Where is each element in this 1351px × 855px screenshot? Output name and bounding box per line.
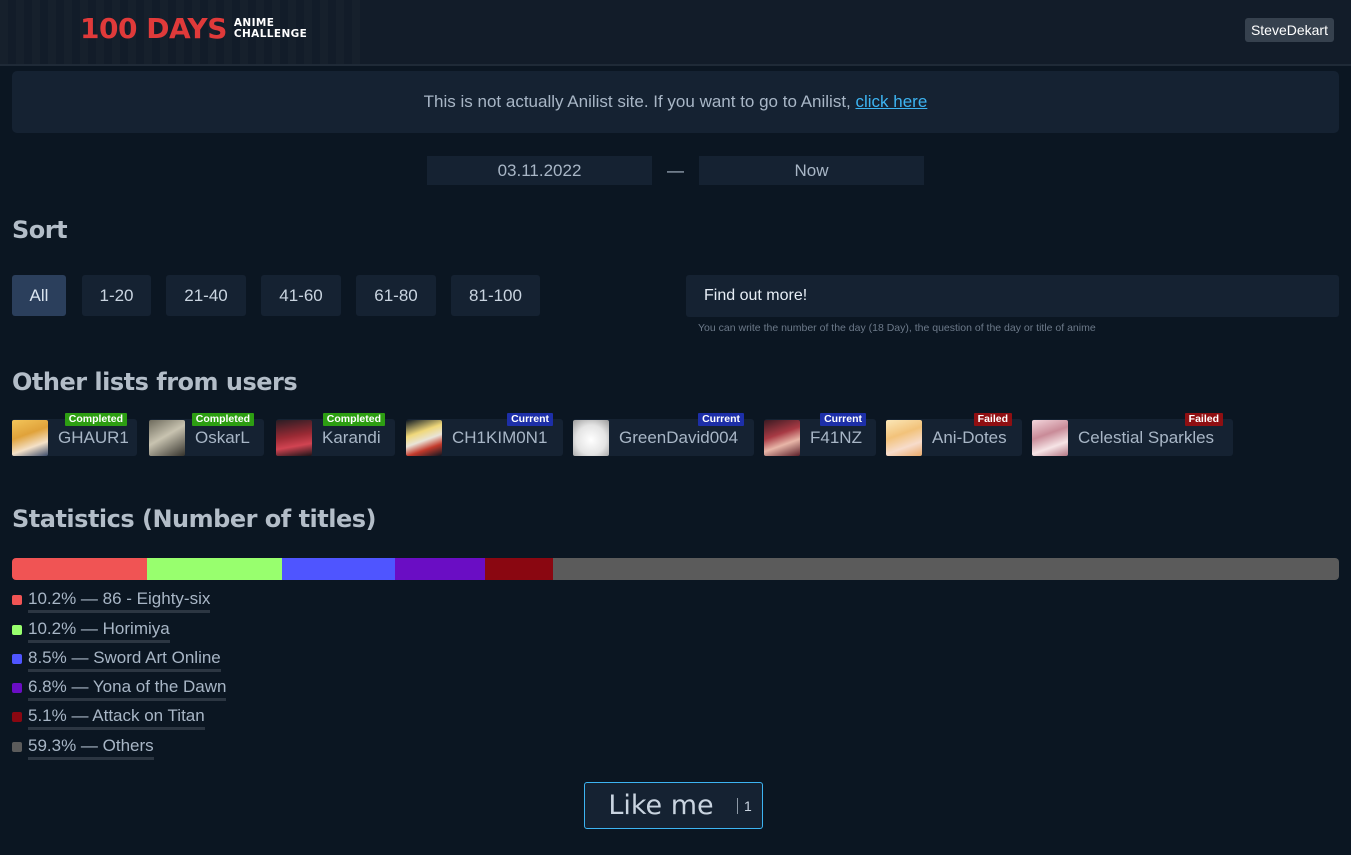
like-button[interactable]: Like me 1	[584, 782, 763, 829]
user-chip-name: OskarL	[195, 427, 250, 447]
logo-line-2: CHALLENGE	[233, 28, 308, 40]
status-badge: Completed	[64, 413, 127, 426]
sort-41-60-button[interactable]: 41-60	[261, 275, 341, 316]
user-avatar	[764, 419, 800, 456]
statistics-bar-segment	[282, 558, 396, 580]
user-chip-name: Celestial Sparkles	[1078, 427, 1215, 447]
user-avatar	[573, 419, 609, 456]
statistics-bar-segment	[395, 558, 486, 580]
status-badge: Completed	[322, 413, 385, 426]
date-start-field[interactable]: 03.11.2022	[427, 156, 652, 185]
sort-heading: Sort	[12, 216, 68, 244]
legend-label: 10.2% — 86 - Eighty-six	[28, 588, 211, 613]
user-chip-name: CH1KIM0N1	[452, 427, 548, 447]
statistics-bar-segment	[147, 558, 283, 580]
legend-label: 8.5% — Sword Art Online	[28, 647, 221, 672]
user-avatar	[886, 419, 922, 456]
sort-all-button[interactable]: All	[12, 275, 66, 316]
date-end-field[interactable]: Now	[699, 156, 924, 185]
user-avatar	[12, 419, 48, 456]
search-hint: You can write the number of the day (18 …	[698, 322, 1096, 334]
legend-swatch	[12, 742, 22, 752]
legend-swatch	[12, 683, 22, 693]
user-chip-karandi[interactable]: Karandi Completed	[276, 413, 395, 456]
user-chip-name: Ani-Dotes	[932, 427, 1007, 447]
like-label: Like me	[608, 790, 714, 821]
user-chip-name: GreenDavid004	[619, 427, 739, 447]
legend-swatch	[12, 595, 22, 605]
legend-item[interactable]: 6.8% — Yona of the Dawn	[12, 676, 227, 701]
status-badge: Current	[820, 413, 866, 426]
status-badge: Completed	[191, 413, 254, 426]
logo-subtitle: ANIME CHALLENGE	[234, 18, 307, 40]
statistics-heading: Statistics (Number of titles)	[12, 505, 377, 533]
legend-swatch	[12, 654, 22, 664]
user-chip-celestial-sparkles[interactable]: Celestial Sparkles Failed	[1032, 413, 1233, 456]
legend-swatch	[12, 712, 22, 722]
user-chip-f41nz[interactable]: F41NZ Current	[764, 413, 876, 456]
legend-item[interactable]: 5.1% — Attack on Titan	[12, 705, 205, 730]
user-chip-name: GHAUR1	[58, 427, 129, 447]
user-chip-name: F41NZ	[810, 427, 862, 447]
user-avatar	[149, 419, 185, 456]
legend-label: 6.8% — Yona of the Dawn	[28, 676, 227, 701]
legend-item[interactable]: 10.2% — 86 - Eighty-six	[12, 588, 211, 613]
user-chip-ghaur1[interactable]: GHAUR1 Completed	[12, 413, 137, 456]
sort-1-20-button[interactable]: 1-20	[82, 275, 151, 316]
sort-61-80-button[interactable]: 61-80	[356, 275, 436, 316]
user-avatar	[276, 419, 312, 456]
statistics-bar	[12, 558, 1339, 580]
status-badge: Current	[507, 413, 553, 426]
statistics-bar-segment	[485, 558, 553, 580]
site-logo[interactable]: 100 DAYS ANIME CHALLENGE	[80, 12, 307, 46]
statistics-bar-segment	[552, 558, 1339, 580]
user-avatar	[1032, 419, 1068, 456]
sort-21-40-button[interactable]: 21-40	[166, 275, 246, 316]
notice-banner: This is not actually Anilist site. If yo…	[12, 71, 1339, 133]
legend-label: 5.1% — Attack on Titan	[28, 705, 205, 730]
legend-item[interactable]: 10.2% — Horimiya	[12, 618, 170, 643]
other-lists-heading: Other lists from users	[12, 368, 298, 396]
site-header: 100 DAYS ANIME CHALLENGE SteveDekart	[0, 0, 1351, 66]
statistics-bar-segment	[12, 558, 148, 580]
legend-label: 10.2% — Horimiya	[28, 618, 170, 643]
anilist-link[interactable]: click here	[856, 92, 928, 111]
logo-title: 100 DAYS	[80, 12, 227, 45]
user-menu-button[interactable]: SteveDekart	[1244, 18, 1334, 42]
search-input[interactable]	[686, 275, 1339, 317]
legend-swatch	[12, 625, 22, 635]
date-separator: —	[667, 161, 684, 180]
user-chip-ch1kim0n1[interactable]: CH1KIM0N1 Current	[406, 413, 563, 456]
user-chip-greendavid004[interactable]: GreenDavid004 Current	[573, 413, 754, 456]
status-badge: Current	[698, 413, 744, 426]
sort-81-100-button[interactable]: 81-100	[451, 275, 540, 316]
status-badge: Failed	[1184, 413, 1223, 426]
user-avatar	[406, 419, 442, 456]
status-badge: Failed	[973, 413, 1012, 426]
user-chip-oskarl[interactable]: OskarL Completed	[149, 413, 264, 456]
legend-item[interactable]: 8.5% — Sword Art Online	[12, 647, 221, 672]
user-chip-ani-dotes[interactable]: Ani-Dotes Failed	[886, 413, 1022, 456]
notice-text: This is not actually Anilist site. If yo…	[423, 92, 856, 111]
like-count: 1	[737, 797, 752, 814]
legend-item[interactable]: 59.3% — Others	[12, 735, 154, 760]
user-chip-name: Karandi	[322, 427, 381, 447]
legend-label: 59.3% — Others	[28, 735, 154, 760]
